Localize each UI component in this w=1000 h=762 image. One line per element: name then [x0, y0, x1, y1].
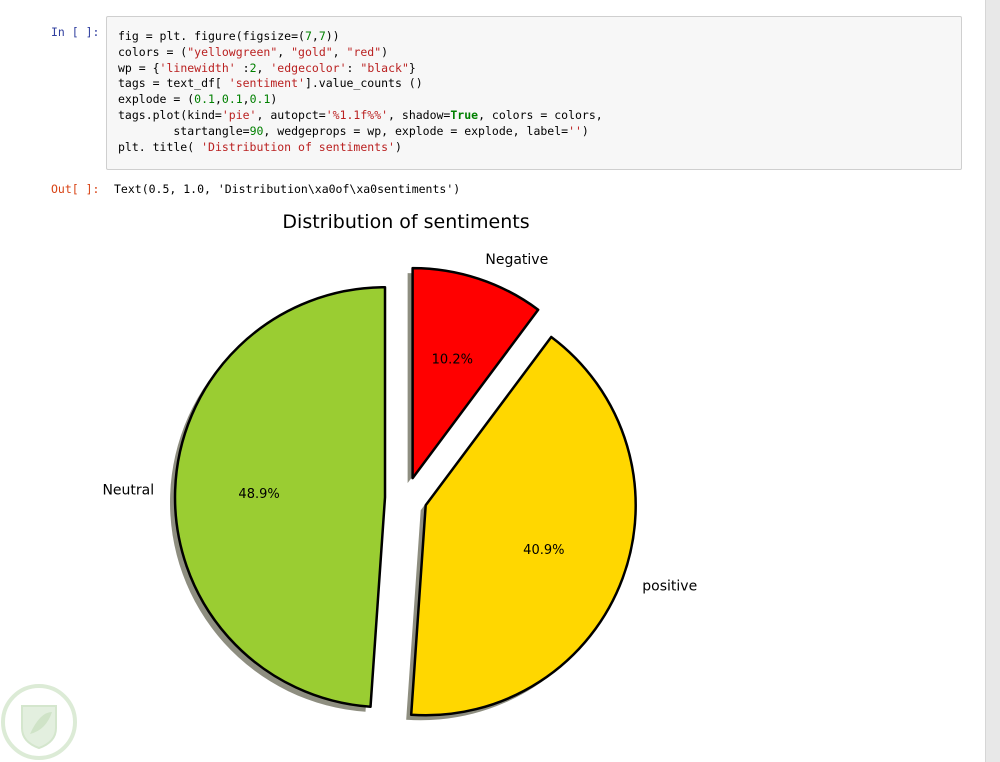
code-token: ].value_counts () — [304, 76, 423, 91]
code-line: explode = (0.1,0.1,0.1) — [118, 92, 961, 108]
code-token: plt. title( — [118, 139, 202, 154]
code-token: , autopct= — [256, 107, 326, 122]
pie-chart: Distribution of sentiments Neutral 48.9% po… — [102, 211, 697, 721]
code-token: 0.1 — [194, 92, 215, 107]
slice-label: Neutral — [102, 482, 154, 498]
code-line: tags = text_df[ 'sentiment'].value_count… — [118, 76, 961, 92]
output-prompt: Out[ ]: — [51, 182, 100, 196]
code-token: , — [214, 92, 222, 107]
code-token: 'Distribution of sentiments' — [201, 139, 395, 154]
slice-label: Negative — [485, 252, 548, 268]
code-token: 90 — [249, 123, 264, 138]
code-line: plt. title( 'Distribution of sentiments'… — [118, 140, 961, 156]
code-token: 'linewidth' — [159, 60, 236, 75]
code-token: startangle= — [118, 123, 250, 138]
code-token: 'edgecolor' — [270, 60, 347, 75]
code-token: , wedgeprops = wp, explode = explode, la… — [263, 123, 569, 138]
page-scrollbar[interactable] — [985, 0, 1000, 762]
slice-percent-label: 48.9% — [238, 487, 279, 502]
code-token: } — [408, 60, 416, 75]
slice-neutral — [173, 286, 387, 709]
code-token: , — [311, 29, 319, 43]
output-text: Text(0.5, 1.0, 'Distribution\xa0of\xa0se… — [114, 182, 461, 196]
code-line: fig = plt. figure(figsize=(7,7)) — [118, 29, 961, 45]
slice-percent-label: 10.2% — [432, 352, 473, 367]
slice-percent-label: 40.9% — [523, 543, 564, 558]
code-line: wp = {'linewidth' :2, 'edgecolor': "blac… — [118, 61, 961, 77]
code-token: True — [450, 107, 479, 122]
chart-title: Distribution of sentiments — [282, 211, 529, 233]
code-token: ) — [581, 123, 589, 138]
code-token: : — [346, 60, 361, 75]
code-token: ) — [381, 44, 389, 59]
code-token: ) — [270, 92, 278, 107]
code-token: 'sentiment' — [228, 76, 305, 91]
code-line: startangle=90, wedgeprops = wp, explode … — [118, 124, 961, 140]
code-token: 0.1 — [249, 92, 271, 107]
code-token: "gold" — [291, 44, 333, 59]
code-token: "red" — [346, 44, 382, 59]
code-token: fig = plt. figure(figsize=( — [118, 29, 305, 43]
code-token: tags.plot(kind= — [118, 107, 222, 122]
code-token: 0.1 — [221, 92, 243, 107]
code-line: tags.plot(kind='pie', autopct='%1.1f%%',… — [118, 108, 961, 124]
code-token: , — [277, 44, 292, 59]
code-token: , — [242, 92, 250, 107]
code-token: : — [235, 60, 250, 75]
code-token: '' — [568, 123, 582, 138]
watermark-logo — [1, 684, 77, 760]
code-token: "yellowgreen" — [187, 44, 278, 59]
code-cell-input[interactable]: fig = plt. figure(figsize=(7,7)) colors =… — [106, 16, 962, 170]
code-token: , colors = colors, — [478, 107, 603, 122]
code-token: 'pie' — [221, 107, 257, 122]
code-token: '%1.1f%%' — [325, 107, 389, 122]
code-token: , — [332, 44, 347, 59]
code-token: colors = ( — [118, 44, 188, 59]
input-prompt: In [ ]: — [51, 25, 100, 39]
slice-label: positive — [642, 579, 697, 595]
code-token: , — [256, 60, 271, 75]
code-token: wp = { — [118, 60, 160, 75]
code-token: "black" — [360, 60, 409, 75]
code-token: ) — [394, 139, 402, 154]
code-line: colors = ("yellowgreen", "gold", "red") — [118, 45, 961, 61]
code-token: 2 — [249, 60, 257, 75]
code-token: tags = text_df[ — [118, 76, 229, 91]
code-token: explode = ( — [118, 92, 195, 107]
code-token: 7 — [318, 29, 326, 43]
code-token: 7 — [304, 29, 312, 43]
code-token: , shadow= — [388, 107, 451, 122]
code-token: )) — [325, 29, 340, 43]
